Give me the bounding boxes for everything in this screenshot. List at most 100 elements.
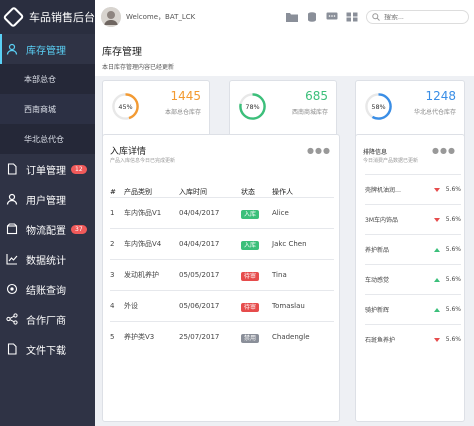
grid-icon[interactable] <box>346 12 358 22</box>
column-header: 入库时间 <box>179 188 207 196</box>
submenu-item-southwest-mall[interactable]: 西南商城 <box>0 94 95 124</box>
list-item[interactable]: 石斑鱼养护 5.6% <box>365 324 461 354</box>
row-category: 养护类V3 <box>124 333 155 342</box>
row-date: 05/06/2017 <box>179 302 220 310</box>
item-name: 车动感觉 <box>365 277 390 284</box>
list-item[interactable]: 养护新品 5.6% <box>365 234 461 264</box>
inbound-card: 入库详情 产品入库信息今日已完成更新 ●●● # 产品类别 入库时间 状态 操作… <box>102 134 340 422</box>
menu-item-label: 数据统计 <box>26 255 66 267</box>
menu-item-label: 文件下载 <box>26 345 66 357</box>
item-name: 壳牌机油润… <box>365 187 402 194</box>
progress-gauge: 78% <box>239 93 266 120</box>
item-name: 3M车内饰品 <box>365 217 398 224</box>
list-item[interactable]: 壳牌机油润… 5.6% <box>365 174 461 204</box>
menu-item-partners[interactable]: 合作厂商 <box>0 304 95 334</box>
trend-down-icon <box>433 337 440 342</box>
search-box[interactable] <box>366 10 469 24</box>
table-row[interactable]: 2 车内饰品V4 04/04/2017 入库 Jakc Chen <box>110 228 334 260</box>
database-icon[interactable] <box>306 12 318 22</box>
row-number: 5 <box>110 333 115 342</box>
row-number: 1 <box>110 209 115 217</box>
menu-item-billing[interactable]: 结账查询 <box>0 274 95 304</box>
row-date: 04/04/2017 <box>179 240 220 248</box>
brand[interactable]: 车品销售后台 <box>0 0 95 34</box>
item-name: 骑护新辉 <box>365 307 390 314</box>
table-row[interactable]: 3 发动机养护 05/05/2017 待审 Tina <box>110 259 334 291</box>
more-icon[interactable]: ●●● <box>432 146 456 155</box>
more-icon[interactable]: ●●● <box>307 146 331 155</box>
row-operator: Tina <box>272 271 287 279</box>
table-row[interactable]: 1 车内饰品V1 04/04/2017 入库 Alice <box>110 197 334 229</box>
brand-logo-icon <box>2 6 25 28</box>
row-category: 车内饰品V4 <box>124 240 162 248</box>
row-operator: Jakc Chen <box>272 240 307 248</box>
row-category: 车内饰品V1 <box>124 209 162 217</box>
row-date: 25/07/2017 <box>179 333 220 342</box>
folder-icon[interactable] <box>286 12 298 22</box>
list-item[interactable]: 3M车内饰品 5.6% <box>365 204 461 234</box>
percent-label: 45% <box>118 103 132 111</box>
page-header: 库存管理 本日库存管理内容已经更新 <box>95 34 474 76</box>
item-change: 5.6% <box>445 306 461 313</box>
logistics-badge: 37 <box>71 224 87 234</box>
menu-item-orders[interactable]: 订单管理 12 <box>0 154 95 184</box>
stat-label: 华北总代仓库存 <box>413 109 456 116</box>
stat-label: 本部总仓库存 <box>164 109 201 116</box>
main-content: 库存管理 本日库存管理内容已经更新 45% 1445 本部总仓库存 78% 68… <box>95 34 474 426</box>
list-item[interactable]: 车动感觉 5.6% <box>365 264 461 294</box>
document-icon <box>7 163 17 175</box>
ranking-subtitle: 今日消费产品数据已更新 <box>363 158 419 164</box>
progress-gauge: 45% <box>112 93 139 120</box>
status-badge: 入库 <box>241 240 260 250</box>
topbar: Welcome，BAT_LCK <box>95 0 474 34</box>
table-row[interactable]: 4 外设 05/06/2017 待审 Tomaslau <box>110 290 334 322</box>
progress-gauge: 58% <box>365 93 392 120</box>
inventory-submenu: 本部总仓 西南商城 华北总代仓 <box>0 64 95 154</box>
line-chart-icon <box>6 254 18 265</box>
search-icon <box>372 13 380 21</box>
search-input[interactable] <box>384 13 464 21</box>
item-name: 石斑鱼养护 <box>365 337 396 344</box>
document-icon <box>7 343 17 355</box>
item-change: 5.6% <box>445 276 461 283</box>
menu-item-statistics[interactable]: 数据统计 <box>0 244 95 274</box>
percent-label: 78% <box>245 103 259 111</box>
inbound-table: # 产品类别 入库时间 状态 操作人 1 车内饰品V1 04/04/2017 入… <box>110 187 334 353</box>
row-date: 05/05/2017 <box>179 271 220 279</box>
row-category: 外设 <box>124 302 138 310</box>
column-header: 操作人 <box>272 188 293 196</box>
stat-label: 西南商城库存 <box>291 109 328 116</box>
submenu-item-main-warehouse[interactable]: 本部总仓 <box>0 64 95 94</box>
trend-down-icon <box>433 187 440 192</box>
column-header: 状态 <box>241 188 255 196</box>
row-operator: Chadengle <box>272 333 310 342</box>
menu-item-downloads[interactable]: 文件下载 <box>0 334 95 364</box>
ranking-title: 排降信息 <box>363 149 388 156</box>
menu-item-label: 物流配置 <box>26 225 66 237</box>
top-icons <box>286 10 474 24</box>
orders-badge: 12 <box>71 164 87 174</box>
status-badge: 入库 <box>241 209 260 219</box>
inbound-subtitle: 产品入库信息今日已完成更新 <box>110 158 176 164</box>
row-category: 发动机养护 <box>124 271 159 279</box>
share-icon <box>6 313 18 325</box>
menu-item-logistics[interactable]: 物流配置 37 <box>0 214 95 244</box>
table-header-row: # 产品类别 入库时间 状态 操作人 <box>110 187 334 198</box>
list-item[interactable]: 骑护新辉 5.6% <box>365 294 461 324</box>
trend-up-icon <box>433 247 440 252</box>
submenu-item-north-warehouse[interactable]: 华北总代仓 <box>0 124 95 154</box>
brand-title: 车品销售后台 <box>29 11 95 24</box>
percent-label: 58% <box>371 103 385 111</box>
avatar[interactable] <box>101 7 121 27</box>
table-row[interactable]: 5 养护类V3 25/07/2017 禁用 Chadengle <box>110 321 334 353</box>
menu-item-inventory[interactable]: 库存管理 <box>0 34 95 64</box>
menu-item-label: 库存管理 <box>26 45 66 57</box>
status-badge: 禁用 <box>241 333 260 343</box>
message-icon[interactable] <box>326 12 338 22</box>
settings-icon <box>6 283 18 295</box>
menu-item-users[interactable]: 用户管理 <box>0 184 95 214</box>
column-header: 产品类别 <box>124 188 152 196</box>
trend-down-icon <box>433 217 440 222</box>
stat-value: 1445 <box>170 89 201 103</box>
sidebar: 车品销售后台 库存管理 本部总仓 西南商城 华北总代仓 订单管理 12 用户管理… <box>0 0 95 426</box>
